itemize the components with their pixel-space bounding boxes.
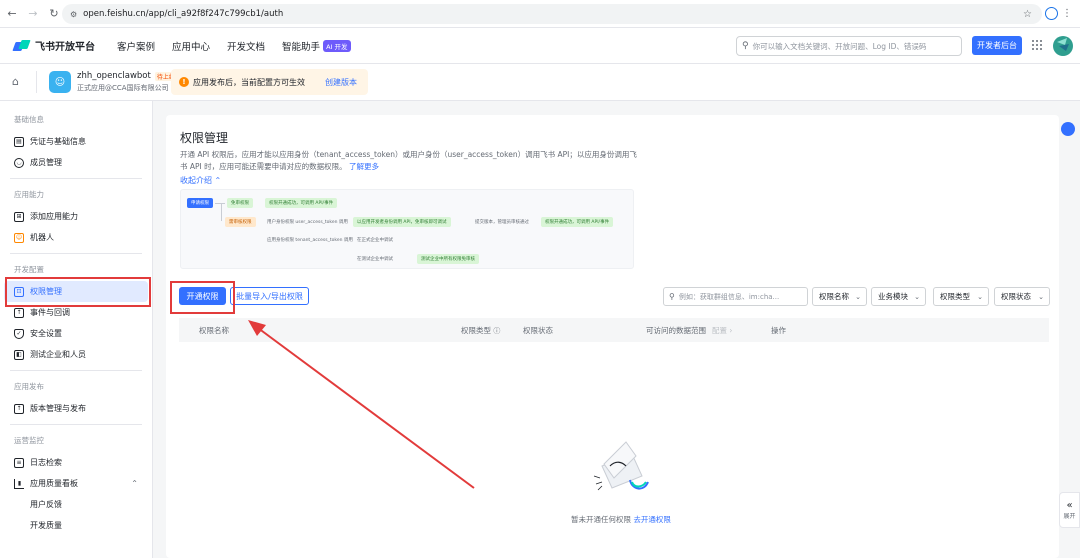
- annotation-arrow-icon: [248, 320, 475, 489]
